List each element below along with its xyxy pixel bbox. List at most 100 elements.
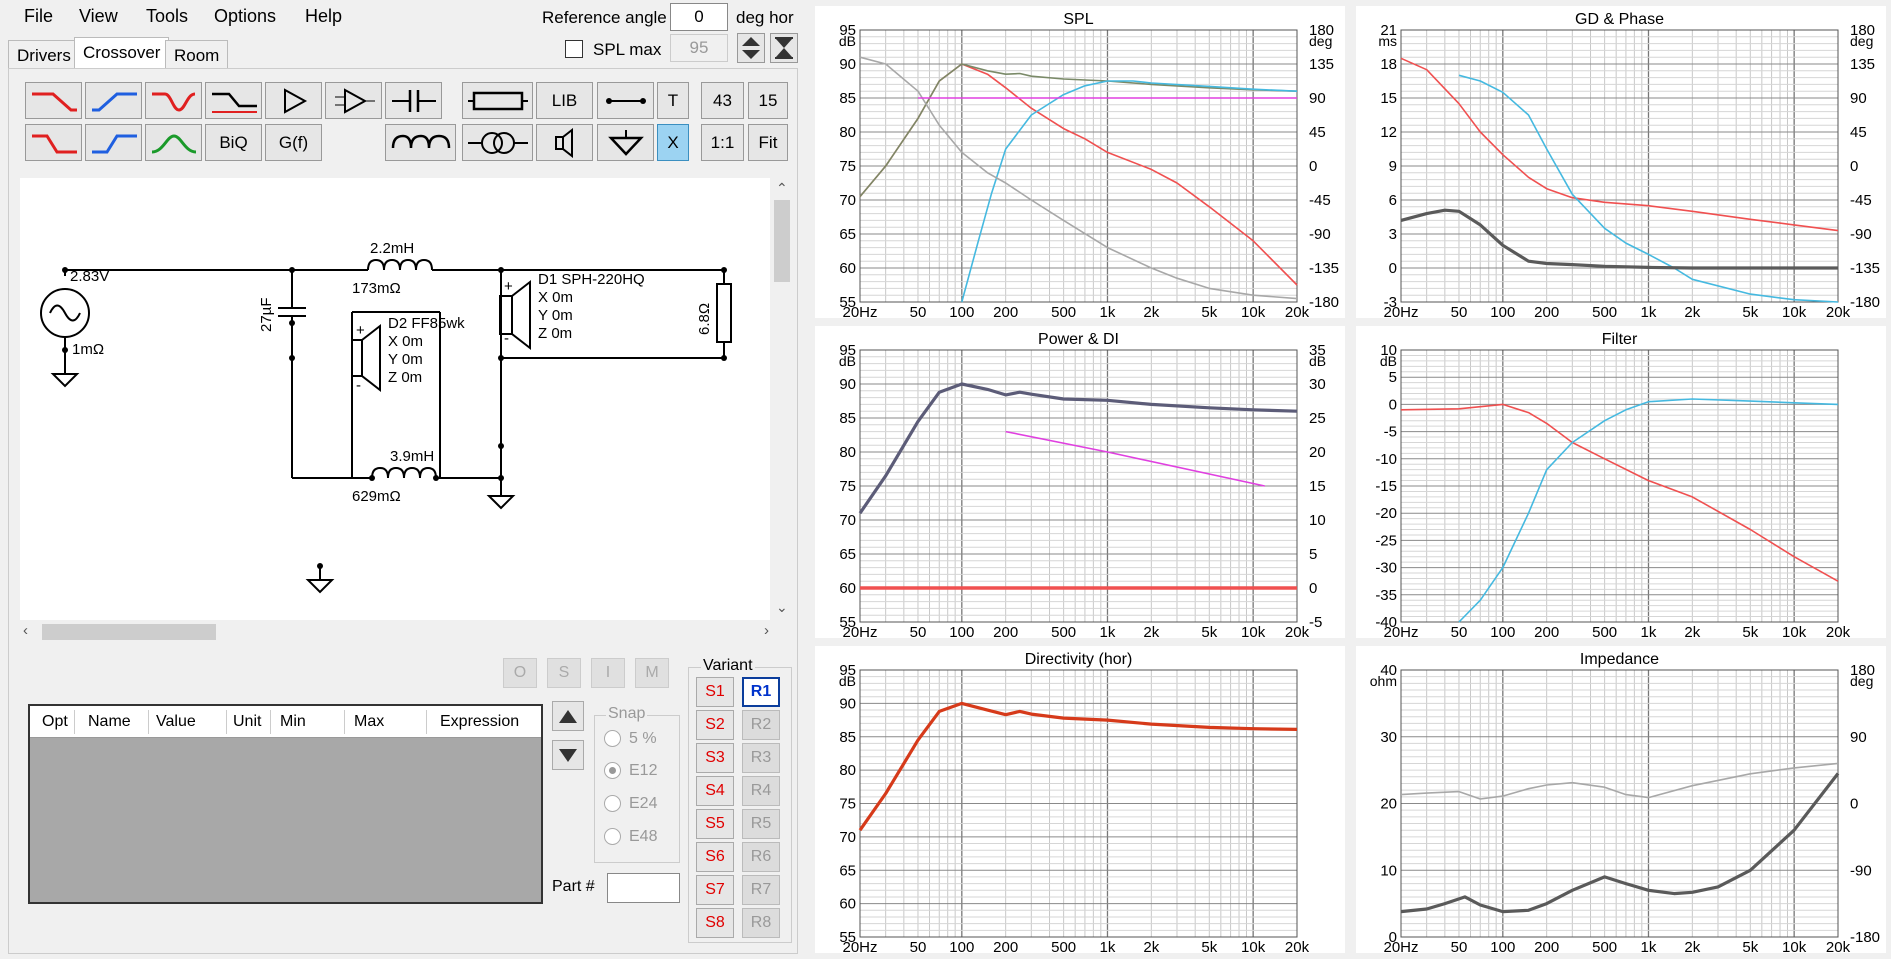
x-tick-label: 1k: [1641, 304, 1657, 318]
wire-button[interactable]: [597, 82, 654, 119]
variant-r4-button[interactable]: R4: [742, 776, 780, 806]
variant-s7-button[interactable]: S7: [696, 875, 734, 905]
x-tick-label: 5k: [1201, 304, 1217, 318]
library-button[interactable]: LIB: [536, 82, 593, 119]
spl-up-down-button[interactable]: [737, 33, 765, 63]
x-tick-label: 2k: [1684, 939, 1700, 953]
spl-max-checkbox[interactable]: [565, 40, 583, 58]
optimize-i-button[interactable]: I: [591, 658, 625, 688]
variant-s1-button[interactable]: S1: [696, 677, 734, 707]
value-43-button[interactable]: 43: [701, 82, 744, 119]
impedance-chart[interactable]: Impedance403020100ohm180900-90-180deg20H…: [1356, 646, 1886, 953]
amplifier-button[interactable]: [265, 82, 322, 119]
move-up-button[interactable]: [552, 701, 584, 731]
lowpass-2-button[interactable]: [25, 124, 82, 161]
transfer-function-button[interactable]: G(f): [265, 124, 322, 161]
menu-help[interactable]: Help: [305, 6, 342, 27]
variant-r2-button[interactable]: R2: [742, 710, 780, 740]
x-button[interactable]: X: [657, 124, 689, 161]
source-resistance-label: 1mΩ: [72, 341, 104, 358]
highpass-2-button[interactable]: [85, 124, 142, 161]
inductor-button[interactable]: [385, 124, 456, 161]
x-tick-label: 500: [1592, 939, 1617, 953]
variant-r1-button[interactable]: R1: [742, 677, 780, 707]
y-tick-label: -5: [1384, 424, 1397, 441]
zoom-fit-button[interactable]: Fit: [748, 124, 788, 161]
menu-options[interactable]: Options: [214, 6, 276, 27]
lowpass-button[interactable]: [25, 82, 82, 119]
move-down-button[interactable]: [552, 740, 584, 770]
svg-text:-: -: [356, 377, 361, 394]
x-tick-label: 50: [1451, 304, 1468, 318]
y-tick-label: 15: [1380, 90, 1397, 107]
power-di-chart[interactable]: Power & DI959085807570656055dB3530252015…: [815, 326, 1345, 638]
bandpass-button[interactable]: [145, 124, 202, 161]
gd-phase-chart[interactable]: GD & Phase211815129630-3ms18013590450-45…: [1356, 6, 1886, 318]
driver-button[interactable]: [536, 124, 593, 161]
optimize-o-button[interactable]: O: [503, 658, 537, 688]
variant-r6-button[interactable]: R6: [742, 842, 780, 872]
x-tick-label: 20Hz: [842, 624, 877, 638]
biquad-button[interactable]: BiQ: [205, 124, 262, 161]
notch-button[interactable]: [145, 82, 202, 119]
reference-angle-input[interactable]: 0: [670, 3, 728, 31]
y2-tick-label: 135: [1309, 56, 1334, 73]
spl-fit-button[interactable]: [770, 33, 798, 63]
x-tick-label: 500: [1051, 624, 1076, 638]
variant-r7-button[interactable]: R7: [742, 875, 780, 905]
x-tick-label: 10k: [1241, 939, 1266, 953]
snap-5-percent-radio[interactable]: 5 %: [604, 730, 657, 748]
y2-tick-label: -90: [1850, 862, 1872, 879]
schematic-canvas[interactable]: 2.83V 1mΩ 2.2mH 173mΩ 27µF 3.9mH 629mΩ 6…: [20, 178, 770, 620]
optimize-s-button[interactable]: S: [547, 658, 581, 688]
menu-file[interactable]: File: [24, 6, 53, 27]
spl-chart[interactable]: SPL959085807570656055dB18013590450-45-90…: [815, 6, 1345, 318]
filter-chart[interactable]: Filter1050-5-10-15-20-25-30-35-40dB20Hz 5…: [1356, 326, 1886, 638]
y-tick-label: 75: [839, 478, 856, 495]
y-tick-label: -30: [1375, 560, 1397, 577]
shelf-button[interactable]: [205, 82, 262, 119]
opamp-button[interactable]: [325, 82, 382, 119]
value-15-button[interactable]: 15: [748, 82, 788, 119]
variant-s3-button[interactable]: S3: [696, 743, 734, 773]
tab-crossover[interactable]: Crossover: [74, 37, 170, 69]
variant-r8-button[interactable]: R8: [742, 908, 780, 938]
snap-e48-radio[interactable]: E48: [604, 828, 657, 846]
zoom-1-1-button[interactable]: 1:1: [701, 124, 744, 161]
resistor-button[interactable]: [462, 82, 533, 119]
ground-button[interactable]: [597, 124, 654, 161]
series-red-line: [1400, 403, 1839, 582]
highpass-button[interactable]: [85, 82, 142, 119]
snap-e12-radio[interactable]: E12: [604, 762, 657, 780]
optimize-m-button[interactable]: M: [635, 658, 669, 688]
transformer-button[interactable]: [462, 124, 533, 161]
x-tick-label: 100: [949, 624, 974, 638]
text-button[interactable]: T: [657, 82, 689, 119]
variant-s6-button[interactable]: S6: [696, 842, 734, 872]
schematic-horizontal-scrollbar[interactable]: ‹ ›: [20, 622, 772, 642]
variant-s4-button[interactable]: S4: [696, 776, 734, 806]
menu-view[interactable]: View: [79, 6, 118, 27]
resistor-icon: [467, 91, 528, 110]
directivity-chart[interactable]: Directivity (hor)959085807570656055dB20H…: [815, 646, 1345, 953]
l2-resistance-label: 629mΩ: [352, 488, 401, 505]
spl-max-input[interactable]: 95: [670, 34, 728, 62]
variant-r5-button[interactable]: R5: [742, 809, 780, 839]
snap-e24-radio[interactable]: E24: [604, 795, 657, 813]
variant-s5-button[interactable]: S5: [696, 809, 734, 839]
capacitor-button[interactable]: [385, 82, 442, 119]
variant-s2-button[interactable]: S2: [696, 710, 734, 740]
x-tick-label: 500: [1051, 939, 1076, 953]
y-tick-label: 85: [839, 90, 856, 107]
tab-drivers[interactable]: Drivers: [8, 40, 80, 68]
y2-tick-label: 25: [1309, 410, 1326, 427]
variant-r3-button[interactable]: R3: [742, 743, 780, 773]
schematic-vertical-scrollbar[interactable]: ⌃ ⌄: [772, 178, 792, 620]
optimization-table[interactable]: Opt Name Value Unit Min Max Expression: [28, 704, 543, 904]
part-number-input[interactable]: [607, 873, 680, 903]
menu-tools[interactable]: Tools: [146, 6, 188, 27]
x-tick-label: 20Hz: [842, 304, 877, 318]
tab-room[interactable]: Room: [165, 40, 229, 68]
variant-s8-button[interactable]: S8: [696, 908, 734, 938]
y2-tick-label: 0: [1309, 580, 1317, 597]
